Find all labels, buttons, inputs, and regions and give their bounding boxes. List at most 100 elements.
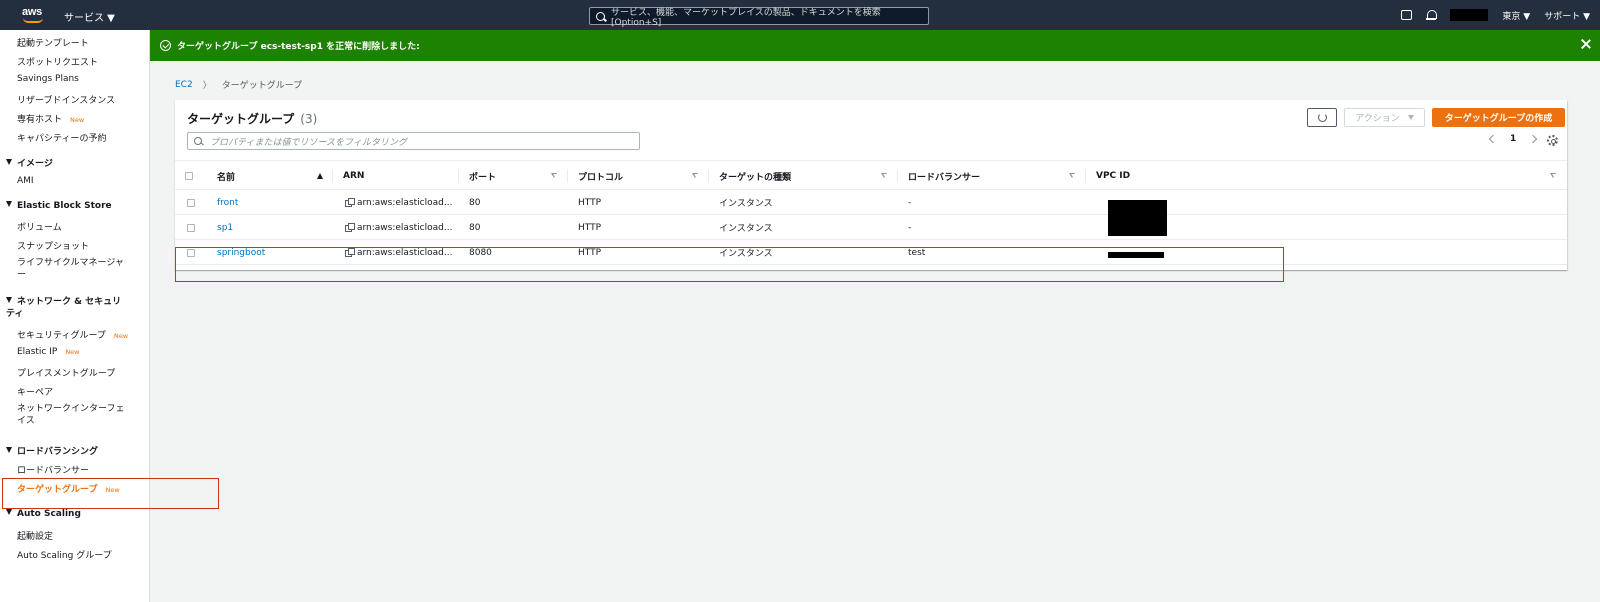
protocol-cell: HTTP (578, 222, 602, 233)
close-icon[interactable] (1580, 38, 1592, 50)
sidebar-item-ami[interactable]: AMI (17, 176, 34, 186)
sidebar-item-launch-configurations[interactable]: 起動設定 (17, 529, 53, 542)
page-number[interactable]: 1 (1510, 134, 1516, 144)
target-group-name-link[interactable]: front (217, 190, 238, 215)
bell-icon[interactable] (1426, 10, 1438, 20)
column-header-arn[interactable]: ARN (333, 161, 459, 191)
sort-icon (1550, 173, 1557, 179)
chevron-right-icon[interactable] (1529, 134, 1538, 144)
sidebar: 起動テンプレート スポットリクエスト Savings Plans リザーブドイン… (0, 30, 150, 602)
breadcrumb: EC2 〉 ターゲットグループ (175, 78, 302, 92)
table-row[interactable]: sp1 arn:aws:elasticload... 80 HTTP インスタン… (175, 215, 1567, 240)
row-checkbox[interactable] (187, 198, 195, 207)
nav-right: 東京 ▼ サポート ▼ (1401, 0, 1590, 30)
gear-icon[interactable] (1547, 135, 1558, 146)
caret-down-icon (6, 447, 12, 453)
port-cell: 80 (469, 222, 481, 233)
sidebar-item-savings-plans[interactable]: Savings Plans (17, 74, 79, 84)
top-nav: aws サービス ▼ サービス、機能、マーケットプレイスの製品、ドキュメントを検… (0, 0, 1600, 30)
sidebar-item-launch-templates[interactable]: 起動テンプレート (17, 36, 89, 49)
sidebar-item-auto-scaling-groups[interactable]: Auto Scaling グループ (17, 548, 112, 561)
sidebar-item-key-pairs[interactable]: キーペア (17, 385, 53, 398)
sort-icon (1069, 173, 1076, 179)
column-header-port[interactable]: ポート (459, 161, 568, 191)
sidebar-item-lifecycle-manager[interactable]: ライフサイクルマネージャー (17, 257, 132, 281)
column-header-target-type[interactable]: ターゲットの種類 (709, 161, 898, 191)
sort-ascending-icon (317, 173, 323, 179)
section-title: ロードバランシング (17, 447, 99, 457)
chevron-left-icon[interactable] (1488, 134, 1498, 144)
highlight-box-row (175, 247, 1284, 282)
refresh-icon (1318, 113, 1327, 122)
port-cell: 80 (469, 197, 481, 208)
aws-logo-text: aws (22, 6, 42, 18)
column-header-vpc-id[interactable]: VPC ID (1086, 161, 1567, 191)
sidebar-section-images[interactable]: イメージ (6, 156, 53, 169)
caret-down-icon (6, 201, 12, 207)
sidebar-item-dedicated-hosts[interactable]: 専有ホスト New (17, 112, 84, 125)
search-icon (194, 137, 202, 145)
column-label: ターゲットの種類 (719, 172, 792, 183)
new-badge: New (65, 348, 80, 356)
table-row[interactable]: front arn:aws:elasticload... 80 HTTP インス… (175, 190, 1567, 215)
copy-icon[interactable] (345, 198, 355, 207)
select-all-cell (175, 161, 207, 191)
sidebar-item-label: Elastic IP (17, 347, 58, 357)
arn-cell: arn:aws:elasticload... (345, 215, 452, 240)
arn-text: arn:aws:elasticload... (357, 222, 453, 233)
actions-button[interactable]: アクション (1344, 108, 1425, 127)
copy-icon[interactable] (345, 223, 355, 232)
sidebar-section-network-security[interactable]: ネットワーク & セキュリティ (6, 296, 126, 320)
refresh-button[interactable] (1307, 108, 1337, 127)
column-header-name[interactable]: 名前 (207, 161, 333, 191)
column-label: ポート (469, 172, 497, 183)
sidebar-item-reserved-instances[interactable]: リザーブドインスタンス (17, 93, 115, 106)
search-placeholder: サービス、機能、マーケットプレイスの製品、ドキュメントを検索 [Option+S… (611, 7, 881, 28)
sidebar-item-spot-requests[interactable]: スポットリクエスト (17, 55, 98, 68)
sidebar-item-label: セキュリティグループ (17, 331, 106, 341)
section-title: ネットワーク & セキュリティ (6, 297, 122, 319)
column-header-load-balancer[interactable]: ロードバランサー (898, 161, 1086, 191)
column-header-protocol[interactable]: プロトコル (568, 161, 709, 191)
sidebar-section-ebs[interactable]: Elastic Block Store (6, 201, 112, 211)
sidebar-item-load-balancers[interactable]: ロードバランサー (17, 463, 89, 476)
section-title: Elastic Block Store (17, 201, 112, 211)
account-menu-redacted[interactable] (1450, 9, 1489, 21)
target-type-cell: インスタンス (719, 199, 773, 209)
target-group-name-link[interactable]: sp1 (217, 215, 233, 240)
load-balancer-cell: - (908, 222, 912, 233)
sort-icon (551, 173, 558, 179)
services-menu[interactable]: サービス ▼ (64, 9, 115, 24)
sort-icon (692, 173, 699, 179)
region-menu[interactable]: 東京 ▼ (1502, 9, 1530, 22)
sidebar-item-label: 専有ホスト (17, 115, 63, 125)
breadcrumb-ec2[interactable]: EC2 (175, 80, 193, 90)
global-search-input[interactable]: サービス、機能、マーケットプレイスの製品、ドキュメントを検索 [Option+S… (589, 7, 929, 28)
sidebar-item-placement-groups[interactable]: プレイスメントグループ (17, 366, 115, 379)
create-target-group-button[interactable]: ターゲットグループの作成 (1432, 108, 1565, 127)
cloudshell-icon[interactable] (1401, 10, 1413, 20)
row-checkbox-cell (187, 215, 195, 240)
new-badge: New (70, 116, 85, 124)
page-title: ターゲットグループ (3) (187, 110, 317, 127)
sidebar-item-elastic-ip[interactable]: Elastic IP New (17, 347, 80, 357)
row-checkbox[interactable] (187, 223, 195, 232)
select-all-checkbox[interactable] (185, 172, 193, 180)
sidebar-section-auto-scaling[interactable]: Auto Scaling (6, 509, 81, 519)
aws-logo[interactable]: aws (22, 6, 46, 24)
protocol-cell: HTTP (578, 197, 602, 208)
column-label: プロトコル (578, 172, 624, 183)
sidebar-item-capacity-reservations[interactable]: キャパシティーの予約 (17, 131, 106, 144)
arn-cell: arn:aws:elasticload... (345, 190, 452, 215)
sidebar-item-snapshots[interactable]: スナップショット (17, 239, 89, 252)
search-icon (596, 11, 605, 21)
filter-input[interactable]: プロパティまたは値でリソースをフィルタリング (187, 132, 640, 150)
sort-icon (881, 173, 888, 179)
sidebar-item-volumes[interactable]: ボリューム (17, 220, 62, 233)
sidebar-item-security-groups[interactable]: セキュリティグループ New (17, 328, 128, 341)
sidebar-section-load-balancing[interactable]: ロードバランシング (6, 444, 98, 457)
table-header: 名前 ARN ポート プロトコル ターゲットの種類 ロードバランサー VPC I… (175, 160, 1567, 190)
support-menu[interactable]: サポート ▼ (1544, 9, 1590, 22)
sidebar-item-network-interfaces[interactable]: ネットワークインターフェイス (17, 403, 132, 427)
target-type-cell: インスタンス (719, 224, 773, 234)
